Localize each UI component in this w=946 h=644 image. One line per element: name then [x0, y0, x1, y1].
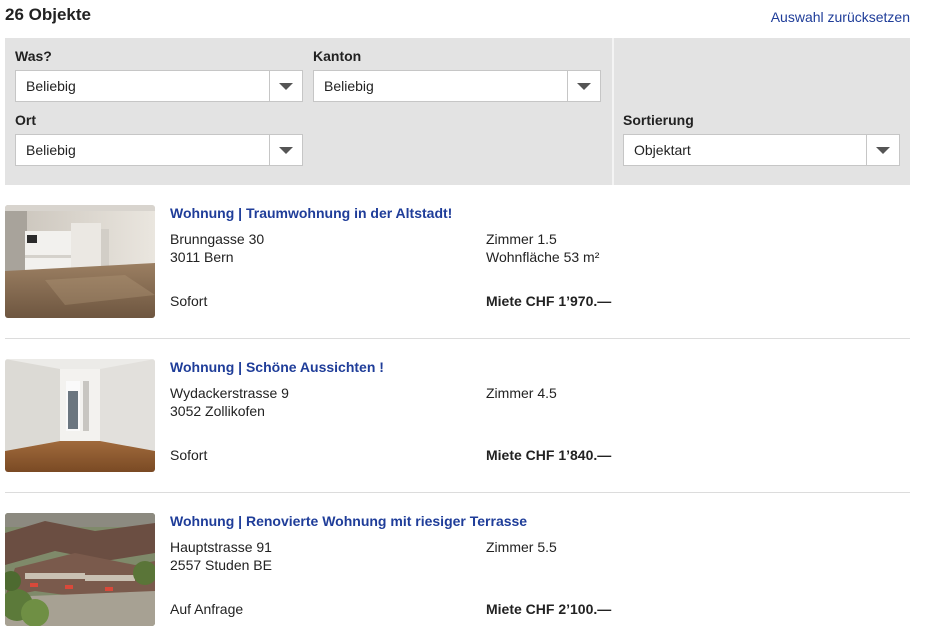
ort-select-value: Beliebig — [26, 142, 76, 158]
listing-rooms: Zimmer 5.5 — [486, 539, 557, 555]
listing-street: Brunngasse 30 — [170, 231, 265, 247]
filter-panel: Was? Beliebig Kanton Beliebig Ort Belieb… — [5, 38, 910, 185]
reset-selection-link[interactable]: Auswahl zurücksetzen — [771, 9, 910, 25]
was-select[interactable]: Beliebig — [15, 70, 303, 102]
listing-item: Wohnung | Traumwohnung in der Altstadt! … — [5, 205, 910, 319]
listing-photo[interactable] — [5, 513, 155, 626]
kanton-select-value: Beliebig — [324, 78, 374, 94]
filter-kanton-label: Kanton — [313, 48, 362, 64]
listing-photo[interactable] — [5, 205, 155, 318]
chevron-down-icon — [279, 83, 293, 90]
sortierung-select-value: Objektart — [634, 142, 691, 158]
listing-divider — [5, 338, 910, 339]
result-count: 26 Objekte — [5, 5, 91, 24]
listing-city: 3052 Zollikofen — [170, 403, 265, 419]
listing-photo-image — [5, 359, 155, 472]
listing-area: Wohnfläche 53 m² — [486, 249, 600, 265]
results-page: 26 Objekte Auswahl zurücksetzen Was? Bel… — [0, 0, 946, 644]
listing-price: Miete CHF 1’970.— — [486, 293, 612, 309]
sortierung-select[interactable]: Objektart — [623, 134, 900, 166]
chevron-down-icon — [876, 147, 890, 154]
listing-item: Wohnung | Schöne Aussichten ! Wydackerst… — [5, 359, 910, 473]
filter-sortierung: Sortierung Objektart — [623, 112, 900, 166]
listing-item: Wohnung | Renovierte Wohnung mit riesige… — [5, 513, 910, 627]
listing-street: Wydackerstrasse 9 — [170, 385, 289, 401]
listing-price: Miete CHF 2’100.— — [486, 601, 612, 617]
listing-title[interactable]: Wohnung | Traumwohnung in der Altstadt! — [170, 205, 452, 221]
listing-title[interactable]: Wohnung | Renovierte Wohnung mit riesige… — [170, 513, 527, 529]
filter-ort-label: Ort — [15, 112, 36, 128]
filter-was-label: Was? — [15, 48, 52, 64]
listing-price: Miete CHF 1’840.— — [486, 447, 612, 463]
listing-city: 3011 Bern — [170, 249, 234, 265]
listing-street: Hauptstrasse 91 — [170, 539, 272, 555]
filter-was: Was? Beliebig — [15, 48, 303, 102]
chevron-down-icon — [577, 83, 591, 90]
listing-rooms: Zimmer 1.5 — [486, 231, 557, 247]
filter-ort: Ort Beliebig — [15, 112, 303, 166]
listing-title[interactable]: Wohnung | Schöne Aussichten ! — [170, 359, 384, 375]
kanton-select[interactable]: Beliebig — [313, 70, 601, 102]
filter-kanton: Kanton Beliebig — [313, 48, 601, 102]
filter-panel-divider — [612, 38, 614, 185]
filter-sortierung-label: Sortierung — [623, 112, 694, 128]
ort-select[interactable]: Beliebig — [15, 134, 303, 166]
listing-availability: Auf Anfrage — [170, 601, 244, 617]
was-select-toggle[interactable] — [269, 71, 302, 101]
ort-select-toggle[interactable] — [269, 135, 302, 165]
listing-city: 2557 Studen BE — [170, 557, 272, 573]
listing-availability: Sofort — [170, 293, 208, 309]
sortierung-select-toggle[interactable] — [866, 135, 899, 165]
kanton-select-toggle[interactable] — [567, 71, 600, 101]
was-select-value: Beliebig — [26, 78, 76, 94]
chevron-down-icon — [279, 147, 293, 154]
listing-availability: Sofort — [170, 447, 208, 463]
listing-rooms: Zimmer 4.5 — [486, 385, 557, 401]
listing-photo-image — [5, 205, 155, 318]
listing-photo[interactable] — [5, 359, 155, 472]
listing-divider — [5, 492, 910, 493]
listing-photo-image — [5, 513, 155, 626]
